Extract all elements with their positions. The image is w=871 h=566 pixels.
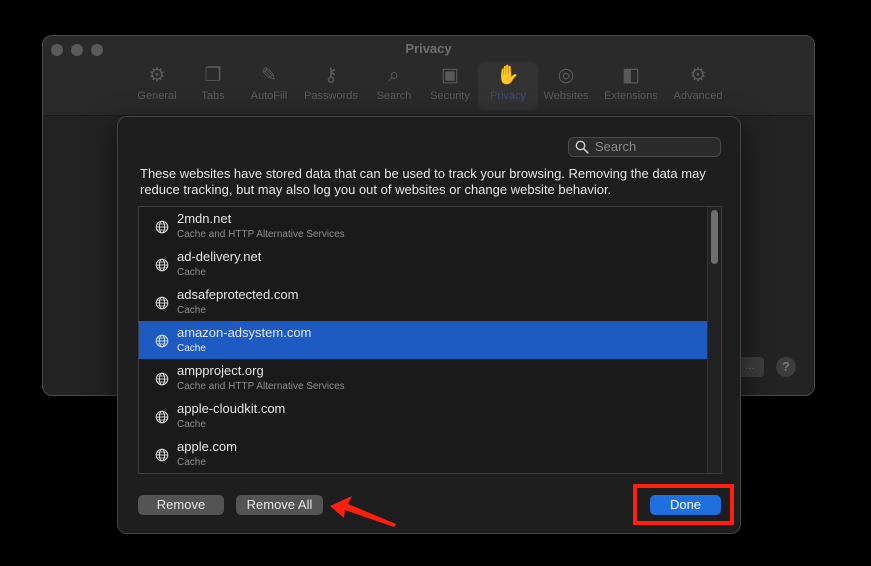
search-icon: ⌕ — [388, 65, 400, 86]
list-item[interactable]: ad-delivery.net Cache — [139, 245, 707, 283]
window-title: Privacy — [405, 41, 452, 56]
website-name: ampproject.org — [177, 363, 264, 378]
scrollbar[interactable] — [707, 207, 721, 473]
globe-icon — [155, 296, 169, 310]
data-kind: Cache — [177, 457, 206, 468]
search-field[interactable]: Search — [568, 137, 721, 157]
data-kind: Cache and HTTP Alternative Services — [177, 229, 345, 240]
globe-icon — [155, 410, 169, 424]
tab-websites[interactable]: ◎ Websites — [536, 62, 596, 110]
gears-icon: ⚙ — [689, 65, 707, 86]
globe-icon — [155, 448, 169, 462]
done-highlight-box — [633, 484, 734, 525]
globe-icon — [155, 258, 169, 272]
globe-icon — [155, 372, 169, 386]
tab-advanced[interactable]: ⚙ Advanced — [668, 62, 728, 110]
tab-extensions[interactable]: ◧ Extensions — [601, 62, 661, 110]
tab-general[interactable]: ⚙ General — [127, 62, 187, 110]
lock-icon: ▣ — [441, 65, 459, 86]
data-kind: Cache — [177, 419, 206, 430]
data-kind: Cache — [177, 343, 206, 354]
website-data-list[interactable]: 2mdn.net Cache and HTTP Alternative Servi… — [138, 206, 722, 474]
list-item[interactable]: amazon-adsystem.com Cache — [139, 321, 707, 359]
website-name: apple.com — [177, 439, 237, 454]
tab-security[interactable]: ▣ Security — [420, 62, 480, 110]
globe-icon: ◎ — [557, 65, 575, 86]
data-kind: Cache — [177, 267, 206, 278]
list-item[interactable]: 2mdn.net Cache and HTTP Alternative Servi… — [139, 207, 707, 245]
tab-search[interactable]: ⌕ Search — [364, 62, 424, 110]
manage-website-data-sheet: Search These websites have stored data t… — [117, 116, 741, 534]
puzzle-icon: ◧ — [622, 65, 640, 86]
data-kind: Cache — [177, 305, 206, 316]
globe-icon — [155, 334, 169, 348]
website-name: amazon-adsystem.com — [177, 325, 312, 340]
gear-icon: ⚙ — [148, 65, 166, 86]
website-name: ad-delivery.net — [177, 249, 262, 264]
website-name: adsafeprotected.com — [177, 287, 299, 302]
website-name: apple-cloudkit.com — [177, 401, 286, 416]
list-item[interactable]: ampproject.org Cache and HTTP Alternative… — [139, 359, 707, 397]
remove-all-button[interactable]: Remove All — [236, 495, 323, 515]
search-icon — [575, 140, 589, 154]
key-icon: ⚷ — [324, 65, 338, 86]
tabs-icon: ❐ — [204, 65, 222, 86]
data-kind: Cache and HTTP Alternative Services — [177, 381, 345, 392]
list-item[interactable]: apple.com Cache — [139, 435, 707, 473]
hand-icon: ✋ — [496, 65, 520, 86]
list-item[interactable]: adsafeprotected.com Cache — [139, 283, 707, 321]
website-name: 2mdn.net — [177, 211, 232, 226]
remove-button[interactable]: Remove — [138, 495, 224, 515]
search-placeholder: Search — [595, 139, 637, 154]
tab-privacy[interactable]: ✋ Privacy — [478, 62, 538, 110]
tab-tabs[interactable]: ❐ Tabs — [183, 62, 243, 110]
globe-icon — [155, 220, 169, 234]
list-item[interactable]: apple-cloudkit.com Cache — [139, 397, 707, 435]
tab-passwords[interactable]: ⚷ Passwords — [301, 62, 361, 110]
pencil-icon: ✎ — [261, 65, 277, 86]
description-text: These websites have stored data that can… — [140, 166, 706, 197]
title-bar: Privacy ⚙ General ❐ Tabs ✎ AutoFill ⚷ Pa… — [43, 36, 814, 116]
scrollbar-thumb[interactable] — [711, 210, 718, 264]
help-button[interactable]: ? — [776, 357, 796, 377]
arrow-annotation-icon — [330, 496, 396, 527]
tab-autofill[interactable]: ✎ AutoFill — [239, 62, 299, 110]
